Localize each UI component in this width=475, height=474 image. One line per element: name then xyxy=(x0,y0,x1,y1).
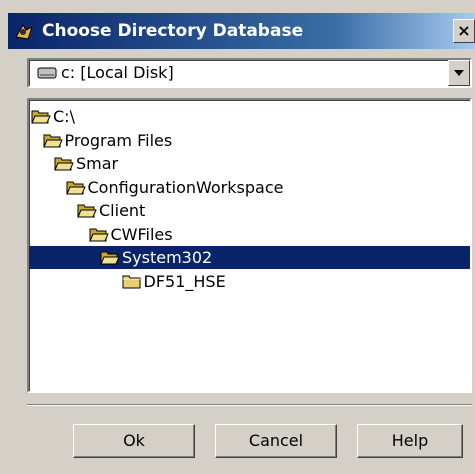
tree-item-label: Smar xyxy=(76,154,119,173)
tree-item[interactable]: Program Files xyxy=(29,129,470,152)
open-folder-icon xyxy=(54,157,74,171)
closed-folder-icon xyxy=(122,275,140,288)
tree-item-label: CWFiles xyxy=(110,224,173,244)
title-bar[interactable]: Choose Directory Database × xyxy=(8,13,475,49)
open-folder-icon xyxy=(88,228,109,241)
drive-select-value: c: [Local Disk] xyxy=(61,63,174,82)
cancel-button[interactable]: Cancel xyxy=(215,424,337,458)
tree-item[interactable]: Smar xyxy=(29,152,470,175)
divider xyxy=(27,404,472,406)
chevron-down-icon xyxy=(454,70,464,76)
tree-item-label: DF51_HSE xyxy=(143,271,226,291)
tree-item-label: Program Files xyxy=(64,130,173,150)
tree-item-label: System302 xyxy=(122,248,213,267)
open-folder-icon xyxy=(31,110,51,124)
close-button[interactable]: × xyxy=(453,19,475,43)
open-folder-icon xyxy=(65,181,86,194)
tree-item[interactable]: Client xyxy=(29,199,470,222)
tree-item-label: ConfigurationWorkspace xyxy=(87,177,284,197)
window-title: Choose Directory Database xyxy=(42,21,304,41)
tree-item[interactable]: System302 xyxy=(29,246,470,269)
drive-icon xyxy=(37,67,57,79)
app-icon xyxy=(15,24,33,40)
tree-item[interactable]: ConfigurationWorkspace xyxy=(29,176,470,199)
drive-select[interactable]: c: [Local Disk] xyxy=(27,58,472,88)
tree-item[interactable]: CWFiles xyxy=(29,223,470,246)
tree-item-label: Client xyxy=(99,201,146,220)
dropdown-button[interactable] xyxy=(448,60,470,86)
tree-item[interactable]: DF51_HSE xyxy=(29,270,470,293)
tree-item[interactable]: C:\ xyxy=(29,105,470,128)
tree-item-label: C:\ xyxy=(53,107,75,126)
directory-tree[interactable]: C:\ Program Files Smar ConfigurationWorkspa… xyxy=(27,98,472,393)
ok-button[interactable]: Ok xyxy=(73,424,195,458)
help-button[interactable]: Help xyxy=(357,424,463,458)
open-folder-icon xyxy=(42,134,63,147)
choose-directory-dialog: Choose Directory Database × c: [Local Di… xyxy=(0,0,475,474)
open-folder-icon xyxy=(100,251,120,265)
open-folder-icon xyxy=(77,204,97,218)
